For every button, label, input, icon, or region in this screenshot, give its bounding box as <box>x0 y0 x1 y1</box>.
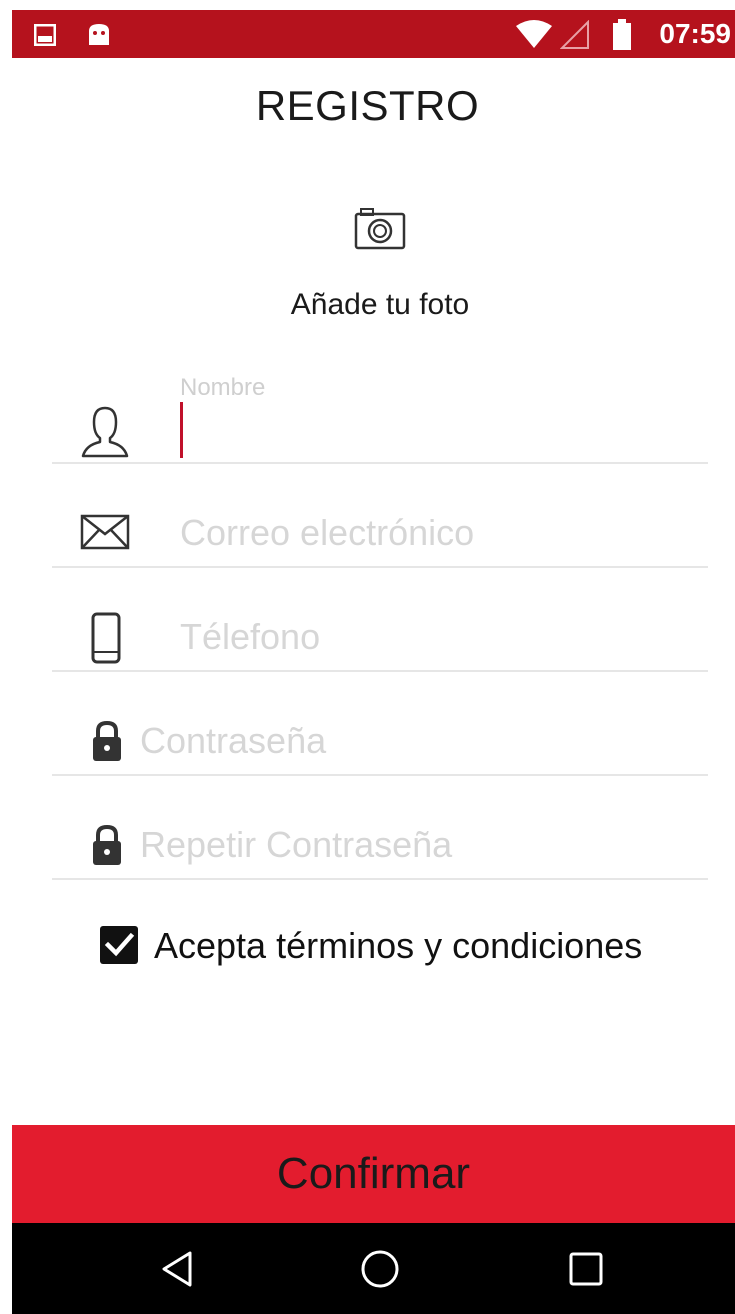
name-input[interactable] <box>188 406 688 456</box>
lock-icon <box>93 720 121 761</box>
status-bar: 07:59 <box>12 10 735 58</box>
navigation-bar <box>12 1223 735 1314</box>
camera-icon <box>354 208 406 250</box>
repeat-password-field-row <box>52 776 708 880</box>
battery-icon <box>613 19 631 50</box>
back-icon <box>162 1251 192 1287</box>
phone-icon <box>91 612 121 664</box>
name-field-row: Nombre <box>52 360 708 464</box>
add-photo-button[interactable] <box>352 206 408 252</box>
terms-checkbox[interactable] <box>100 926 138 964</box>
status-time: 07:59 <box>659 18 731 49</box>
android-notification-icon <box>89 24 109 45</box>
password-input[interactable] <box>140 716 640 766</box>
confirm-button[interactable]: Confirmar <box>12 1125 735 1223</box>
registration-screen: 07:59 REGISTRO Añade tu foto Nombre Corr… <box>0 0 735 1314</box>
phone-field-row <box>52 568 708 672</box>
wifi-icon <box>516 20 552 48</box>
password-field-row <box>52 672 708 776</box>
text-caret <box>180 402 183 458</box>
email-field-row <box>52 464 708 568</box>
lock-icon <box>93 824 121 865</box>
phone-input[interactable] <box>180 612 680 662</box>
gallery-notification-icon <box>34 24 56 46</box>
checkmark-icon <box>104 932 135 957</box>
user-icon <box>81 406 129 458</box>
home-button[interactable] <box>330 1223 430 1314</box>
email-input[interactable] <box>180 508 680 558</box>
repeat-password-input[interactable] <box>140 820 640 870</box>
page-title: REGISTRO <box>255 82 480 129</box>
back-button[interactable] <box>128 1223 228 1314</box>
name-field-label: Nombre <box>180 374 266 401</box>
recents-button[interactable] <box>536 1223 636 1314</box>
terms-label: Acepta términos y condiciones <box>154 925 643 966</box>
divider <box>52 878 708 880</box>
terms-checkbox-row[interactable]: Acepta términos y condiciones <box>100 922 700 970</box>
recents-icon <box>569 1252 603 1286</box>
signal-icon <box>560 20 589 49</box>
home-icon <box>361 1250 399 1288</box>
add-photo-label: Añade tu foto <box>290 288 470 321</box>
envelope-icon <box>80 514 130 550</box>
